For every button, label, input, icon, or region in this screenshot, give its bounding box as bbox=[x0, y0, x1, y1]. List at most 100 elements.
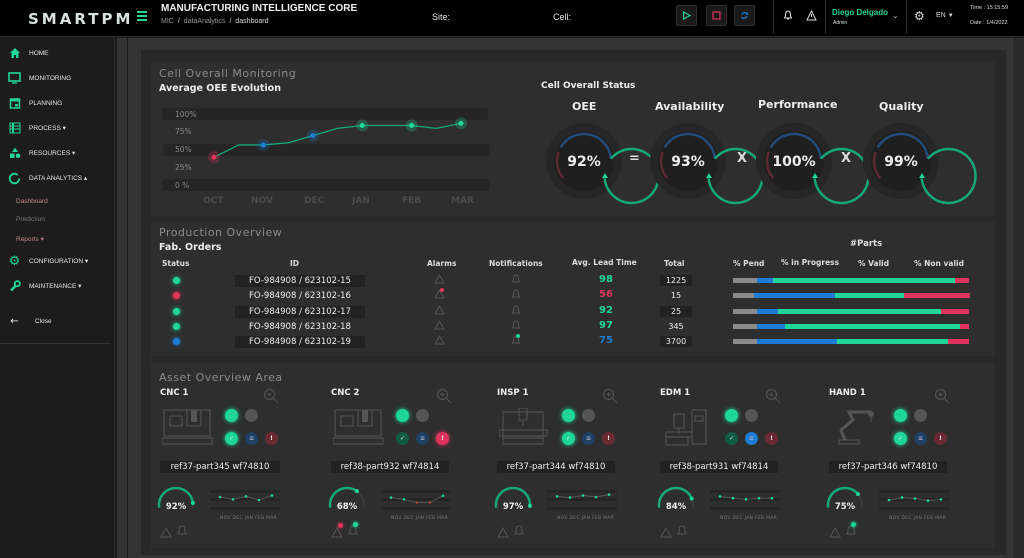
zoom-in-icon[interactable] bbox=[934, 388, 950, 404]
alarm-warning-icon[interactable] bbox=[434, 304, 445, 318]
notification-bell-icon[interactable] bbox=[511, 320, 521, 334]
alarm-warning-icon[interactable] bbox=[434, 334, 445, 348]
main-scrollbar[interactable] bbox=[1012, 38, 1024, 558]
error-indicator: ! bbox=[436, 432, 449, 445]
asset-notification-icon[interactable] bbox=[676, 522, 688, 535]
asset-notification-icon[interactable] bbox=[513, 522, 525, 535]
table-row[interactable]: FO-984908 / 623102-15 98 1225 bbox=[151, 273, 995, 288]
table-row[interactable]: FO-984908 / 623102-16 56 15 bbox=[151, 288, 995, 303]
trend-point bbox=[231, 498, 235, 501]
avg-lead-time: 56 bbox=[599, 289, 613, 300]
sidebar-item-process[interactable]: PROCESS ▾ bbox=[0, 118, 114, 138]
oee-data-point[interactable] bbox=[260, 142, 266, 148]
oee-data-point[interactable] bbox=[211, 154, 217, 160]
oee-data-point[interactable] bbox=[409, 123, 415, 129]
resources-icon bbox=[8, 147, 21, 160]
settings-gear-icon[interactable]: ⚙ bbox=[914, 9, 925, 23]
oee-data-point[interactable] bbox=[359, 123, 365, 129]
sidebar-item-home[interactable]: HOME bbox=[0, 43, 114, 63]
oee-data-point[interactable] bbox=[310, 133, 316, 139]
column-header-lead-time: Avg. Lead Time bbox=[572, 258, 637, 267]
breadcrumb-item[interactable]: MIC bbox=[161, 18, 174, 25]
trend-point bbox=[913, 497, 917, 500]
sidebar-subitem-prediction[interactable]: Prediction bbox=[16, 216, 45, 223]
site-selector[interactable]: Site: bbox=[432, 12, 450, 22]
asset-alarm-icon[interactable] bbox=[160, 523, 172, 538]
idle-indicator bbox=[582, 409, 595, 422]
sidebar-close-button[interactable]: ← Close bbox=[0, 311, 114, 331]
sidebar-item-resources[interactable]: RESOURCES ▾ bbox=[0, 143, 114, 163]
table-row[interactable]: FO-984908 / 623102-18 97 345 bbox=[151, 319, 995, 334]
asset-name: EDM 1 bbox=[660, 388, 691, 398]
total-parts: 15 bbox=[670, 291, 682, 300]
monitor-icon bbox=[8, 72, 21, 85]
language-selector[interactable]: EN ▼ bbox=[936, 12, 954, 19]
refresh-button[interactable] bbox=[734, 5, 755, 26]
asset-notification-icon[interactable] bbox=[176, 522, 188, 535]
trend-point bbox=[731, 496, 735, 500]
warning-icon[interactable] bbox=[806, 9, 817, 24]
order-id[interactable]: FO-984908 / 623102-16 bbox=[235, 290, 365, 302]
sidebar-item-maintenance[interactable]: MAINTENANCE ▾ bbox=[0, 276, 114, 296]
trend-point bbox=[900, 496, 904, 499]
user-menu-chevron-icon[interactable]: ⌄ bbox=[892, 11, 899, 20]
asset-alarm-icon[interactable] bbox=[331, 523, 343, 538]
gauge-title-performance: Performance bbox=[758, 98, 838, 111]
notification-bell-icon[interactable] bbox=[511, 305, 521, 319]
menu-toggle-icon[interactable] bbox=[137, 11, 147, 21]
column-header-id: ID bbox=[290, 259, 300, 268]
sidebar-item-monitoring[interactable]: MONITORING bbox=[0, 68, 114, 88]
asset-alarm-icon[interactable] bbox=[829, 523, 841, 538]
cell-selector[interactable]: Cell: bbox=[553, 12, 571, 22]
sidebar-scrollbar[interactable] bbox=[117, 38, 127, 558]
zoom-in-icon[interactable] bbox=[765, 388, 781, 404]
notification-bell-icon[interactable] bbox=[511, 274, 521, 288]
sidebar-subitem-dashboard[interactable]: Dashboard bbox=[16, 198, 48, 205]
trend-point bbox=[415, 501, 419, 504]
sidebar-item-data-analytics[interactable]: DATA ANALYTICS ▴ bbox=[0, 168, 114, 188]
asset-notification-icon[interactable] bbox=[347, 522, 359, 535]
table-row[interactable]: FO-984908 / 623102-17 92 25 bbox=[151, 304, 995, 319]
breadcrumb-item[interactable]: dataAnalytics bbox=[184, 18, 226, 25]
status-gauges: 92% 93% 100% 99% bbox=[546, 123, 977, 205]
user-name[interactable]: Diego Delgado bbox=[832, 8, 888, 17]
parts-non-valid-segment bbox=[947, 339, 969, 344]
bell-icon[interactable] bbox=[783, 10, 793, 24]
sidebar-item-configuration[interactable]: ⚙ CONFIGURATION ▾ bbox=[0, 251, 114, 271]
gauge-performance: 100% bbox=[756, 123, 870, 205]
sidebar-item-planning[interactable]: PLANNING bbox=[0, 93, 114, 113]
asset-oee-value: 75% bbox=[835, 502, 856, 512]
notification-bell-icon[interactable] bbox=[511, 334, 521, 349]
table-row[interactable]: FO-984908 / 623102-19 75 3700 bbox=[151, 334, 995, 349]
sidebar-subitem-reports[interactable]: Reports ▾ bbox=[16, 235, 44, 243]
avg-lead-time: 92 bbox=[599, 305, 613, 316]
zoom-in-icon[interactable] bbox=[263, 388, 279, 404]
parts-progress-bar bbox=[733, 309, 969, 314]
breadcrumb-current: dashboard bbox=[235, 18, 269, 25]
status-title: Cell Overall Status bbox=[541, 81, 636, 91]
column-header-in-progress: % in Progress bbox=[781, 258, 840, 267]
play-button[interactable] bbox=[676, 5, 697, 26]
order-id[interactable]: FO-984908 / 623102-17 bbox=[235, 306, 365, 318]
trend-month-labels: NOV DEC JAN FEB MAR bbox=[220, 516, 278, 521]
order-id[interactable]: FO-984908 / 623102-15 bbox=[235, 275, 365, 287]
alarm-warning-icon[interactable] bbox=[434, 288, 445, 302]
alarm-warning-icon[interactable] bbox=[434, 319, 445, 333]
asset-alarm-icon[interactable] bbox=[660, 523, 672, 538]
zoom-in-icon[interactable] bbox=[602, 388, 618, 404]
idle-indicator bbox=[745, 409, 758, 422]
zoom-in-icon[interactable] bbox=[436, 388, 452, 404]
stop-button[interactable] bbox=[706, 5, 727, 26]
calendar-icon bbox=[8, 97, 21, 110]
notification-bell-icon[interactable] bbox=[511, 289, 521, 303]
oee-data-point[interactable] bbox=[458, 120, 464, 126]
trend-point bbox=[718, 495, 722, 498]
order-id[interactable]: FO-984908 / 623102-19 bbox=[235, 336, 365, 348]
play-icon bbox=[682, 11, 691, 20]
order-id[interactable]: FO-984908 / 623102-18 bbox=[235, 321, 365, 333]
asset-notification-icon[interactable] bbox=[845, 522, 857, 535]
clock-date: Date : 1/4/2022 bbox=[970, 20, 1008, 26]
asset-alarm-icon[interactable] bbox=[497, 523, 509, 538]
check-indicator: ✓ bbox=[894, 432, 907, 445]
alarm-warning-icon[interactable] bbox=[434, 273, 445, 287]
